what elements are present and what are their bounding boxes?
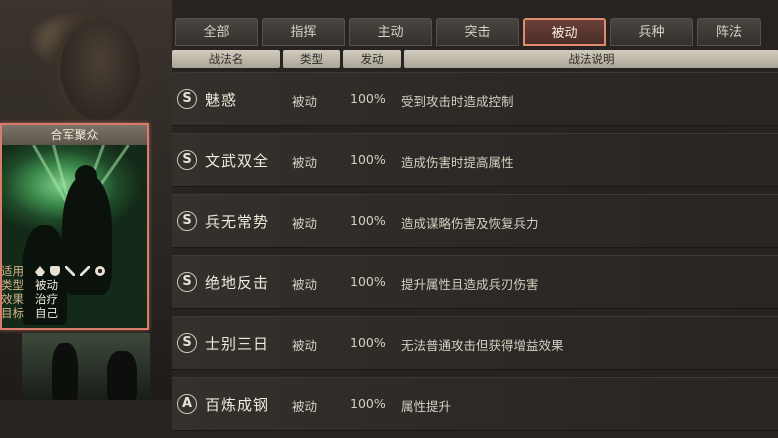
card-type-value: 被动 xyxy=(35,278,58,292)
secondary-card-art xyxy=(22,333,150,400)
shield-icon xyxy=(50,266,60,276)
cavalry-icon xyxy=(35,266,45,276)
grade-badge: A xyxy=(177,394,197,414)
skill-rate: 100% xyxy=(350,335,386,350)
card-suit-row: 适用 xyxy=(0,264,145,278)
wheel-icon xyxy=(95,266,105,276)
card-suit-label: 适用 xyxy=(1,264,24,278)
grade-badge: S xyxy=(177,150,197,170)
silhouette xyxy=(52,343,78,400)
card-target-label: 目标 xyxy=(1,306,24,320)
skill-description: 造成谋略伤害及恢复兵力 xyxy=(401,216,539,231)
tab-assault[interactable]: 突击 xyxy=(436,18,519,46)
skill-name: 百炼成钢 xyxy=(205,396,270,414)
tab-active[interactable]: 主动 xyxy=(349,18,432,46)
skill-description: 提升属性且造成兵刃伤害 xyxy=(401,277,539,292)
skill-row[interactable]: S 士别三日 被动 100% 无法普通攻击但获得增益效果 xyxy=(172,316,778,370)
skill-type: 被动 xyxy=(292,94,318,109)
skill-name: 绝地反击 xyxy=(205,274,270,292)
skill-name: 文武双全 xyxy=(205,152,270,170)
tab-command[interactable]: 指挥 xyxy=(262,18,345,46)
card-effect-value: 治疗 xyxy=(35,292,58,306)
skill-description: 属性提升 xyxy=(401,399,452,414)
skill-row[interactable]: S 文武双全 被动 100% 造成伤害时提高属性 xyxy=(172,133,778,187)
card-title: 合军聚众 xyxy=(2,125,147,146)
skill-type: 被动 xyxy=(292,155,318,170)
card-suit-icons xyxy=(35,264,105,278)
skill-description: 受到攻击时造成控制 xyxy=(401,94,514,109)
skill-rate: 100% xyxy=(350,91,386,106)
skill-name: 兵无常势 xyxy=(205,213,270,231)
skill-name: 魅惑 xyxy=(205,91,238,109)
tab-troop[interactable]: 兵种 xyxy=(610,18,693,46)
skill-rate: 100% xyxy=(350,213,386,228)
tab-formation[interactable]: 阵法 xyxy=(697,18,761,46)
table-header: 战法名 类型 发动 战法说明 xyxy=(172,50,778,68)
card-type-label: 类型 xyxy=(1,278,24,292)
skill-list: S 魅惑 被动 100% 受到攻击时造成控制 S 文武双全 被动 100% 造成… xyxy=(172,72,778,438)
header-trigger[interactable]: 发动 xyxy=(343,50,401,68)
tab-all[interactable]: 全部 xyxy=(175,18,258,46)
card-target-row: 目标 自己 xyxy=(0,306,145,320)
skill-category-tabs: 全部 指挥 主动 突击 被动 兵种 阵法 xyxy=(175,18,761,46)
grade-badge: S xyxy=(177,89,197,109)
skill-rate: 100% xyxy=(350,274,386,289)
spear-icon xyxy=(80,266,90,276)
header-type[interactable]: 类型 xyxy=(283,50,340,68)
card-info: 适用 类型 被动 效果 治疗 目标 自己 xyxy=(0,264,145,320)
skill-type: 被动 xyxy=(292,277,318,292)
bow-icon xyxy=(65,266,75,276)
skill-rate: 100% xyxy=(350,152,386,167)
skill-name: 士别三日 xyxy=(205,335,270,353)
card-effect-label: 效果 xyxy=(1,292,24,306)
skill-type: 被动 xyxy=(292,216,318,231)
skill-row[interactable]: S 兵无常势 被动 100% 造成谋略伤害及恢复兵力 xyxy=(172,194,778,248)
skill-type: 被动 xyxy=(292,338,318,353)
grade-badge: S xyxy=(177,333,197,353)
card-effect-row: 效果 治疗 xyxy=(0,292,145,306)
grade-badge: S xyxy=(177,211,197,231)
skill-rate: 100% xyxy=(350,396,386,411)
skill-row[interactable]: S 魅惑 被动 100% 受到攻击时造成控制 xyxy=(172,72,778,126)
card-type-row: 类型 被动 xyxy=(0,278,145,292)
skill-description: 造成伤害时提高属性 xyxy=(401,155,514,170)
header-skill-name[interactable]: 战法名 xyxy=(172,50,280,68)
card-target-value: 自己 xyxy=(35,306,58,320)
tab-passive[interactable]: 被动 xyxy=(523,18,606,46)
general-silhouette xyxy=(60,20,140,120)
grade-badge: S xyxy=(177,272,197,292)
silhouette xyxy=(107,351,137,400)
skill-description: 无法普通攻击但获得增益效果 xyxy=(401,338,564,353)
skill-type: 被动 xyxy=(292,399,318,414)
skill-row[interactable]: A 百炼成钢 被动 100% 属性提升 xyxy=(172,377,778,431)
header-description: 战法说明 xyxy=(404,50,778,68)
skill-row[interactable]: S 绝地反击 被动 100% 提升属性且造成兵刃伤害 xyxy=(172,255,778,309)
light-ray xyxy=(32,145,70,207)
